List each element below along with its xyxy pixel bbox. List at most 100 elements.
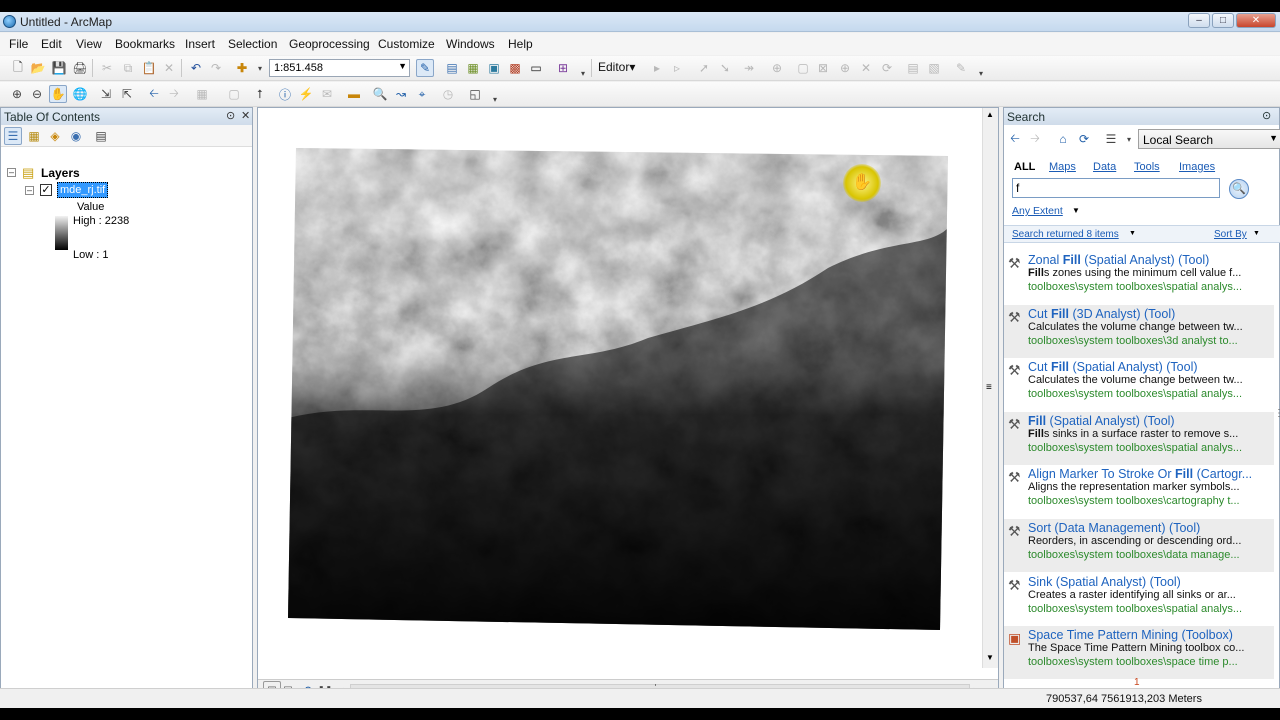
- fixed-zoom-out-icon[interactable]: ⇱: [118, 85, 136, 103]
- full-extent-icon[interactable]: 🌐: [71, 85, 89, 103]
- menu-edit[interactable]: Edit: [41, 37, 62, 51]
- rotate-icon[interactable]: ⟳: [878, 59, 896, 77]
- endpoint-arc-icon[interactable]: ➘: [716, 59, 734, 77]
- menu-selection[interactable]: Selection: [228, 37, 277, 51]
- print-icon[interactable]: 🖨: [71, 59, 89, 77]
- cut-icon[interactable]: ✂: [98, 59, 116, 77]
- editor-toolbar-icon[interactable]: ✎: [416, 59, 434, 77]
- go-to-xy-icon[interactable]: ⌖: [413, 85, 431, 103]
- create-features-icon[interactable]: ✎: [952, 59, 970, 77]
- elevation-raster[interactable]: [288, 148, 948, 633]
- layer-visibility-checkbox[interactable]: ✓: [40, 184, 52, 196]
- cut-polygons-icon[interactable]: ⊕: [836, 59, 854, 77]
- menu-windows[interactable]: Windows: [446, 37, 495, 51]
- search-scope-dropdown[interactable]: Local Search ▼: [1138, 129, 1280, 149]
- map-view[interactable]: ✋ ▲ ≡ ▼ ▣ ▤ ⟳ ❚❚ ◀ ⋮ ▶: [257, 107, 999, 700]
- collapse-layer-icon[interactable]: –: [25, 186, 34, 195]
- open-icon[interactable]: 📂: [29, 59, 47, 77]
- pin-icon[interactable]: ⊙: [1262, 109, 1271, 122]
- search-result[interactable]: ⚒ Zonal Fill (Spatial Analyst) (Tool) Fill…: [1004, 251, 1274, 304]
- minimize-button[interactable]: –: [1188, 13, 1210, 28]
- result-title[interactable]: Fill (Spatial Analyst) (Tool): [1028, 414, 1274, 428]
- scroll-up-icon[interactable]: ▲: [986, 110, 994, 119]
- editor-menu-button[interactable]: Editor▾: [598, 60, 635, 74]
- menu-help[interactable]: Help: [508, 37, 533, 51]
- result-title[interactable]: Zonal Fill (Spatial Analyst) (Tool): [1028, 253, 1274, 267]
- time-slider-icon[interactable]: ◷: [439, 85, 457, 103]
- toc-close-icon[interactable]: ✕: [241, 109, 250, 122]
- add-data-icon[interactable]: ✚: [233, 59, 251, 77]
- search-result[interactable]: ⚒ Fill (Spatial Analyst) (Tool) Fills sink…: [1004, 411, 1274, 465]
- sketch-properties-icon[interactable]: ▧: [925, 59, 943, 77]
- reshape-icon[interactable]: ⊠: [814, 59, 832, 77]
- arctoolbox-icon[interactable]: ▩: [506, 59, 524, 77]
- search-result[interactable]: ⚒ Sink (Spatial Analyst) (Tool) Creates a …: [1004, 573, 1274, 626]
- back-icon[interactable]: 🡠: [1006, 130, 1024, 148]
- search-input[interactable]: f: [1012, 178, 1220, 198]
- menu-customize[interactable]: Customize: [378, 37, 435, 51]
- list-by-visibility-icon[interactable]: ◈: [46, 127, 64, 145]
- search-go-icon[interactable]: 🔍: [1229, 179, 1249, 199]
- copy-icon[interactable]: ⧉: [119, 59, 137, 77]
- paste-icon[interactable]: 📋: [140, 59, 158, 77]
- edit-vertices-icon[interactable]: ▢: [794, 59, 812, 77]
- filter-data[interactable]: Data: [1093, 161, 1116, 173]
- attributes-icon[interactable]: ▤: [904, 59, 922, 77]
- search-result[interactable]: ⚒ Sort (Data Management) (Tool) Reorders, …: [1004, 519, 1274, 572]
- menu-insert[interactable]: Insert: [185, 37, 215, 51]
- scroll-grip-icon[interactable]: ≡: [986, 382, 992, 393]
- refresh-icon[interactable]: ⟳: [1075, 130, 1093, 148]
- back-extent-icon[interactable]: 🡠: [145, 85, 163, 103]
- delete-icon[interactable]: ✕: [160, 59, 178, 77]
- result-title[interactable]: Sink (Spatial Analyst) (Tool): [1028, 575, 1274, 589]
- select-features-icon[interactable]: ▦: [193, 85, 211, 103]
- list-by-selection-icon[interactable]: ◉: [67, 127, 85, 145]
- layer-name-selected[interactable]: mde_rj.tif: [57, 182, 109, 198]
- tools-options-icon[interactable]: ▾: [486, 90, 504, 108]
- select-elements-icon[interactable]: ⭡: [251, 85, 269, 103]
- straight-segment-icon[interactable]: ➚: [695, 59, 713, 77]
- home-icon[interactable]: ⌂: [1054, 130, 1072, 148]
- search-result[interactable]: ⚒ Cut Fill (Spatial Analyst) (Tool) Calcul…: [1004, 358, 1274, 411]
- search-result[interactable]: ⚒ Cut Fill (3D Analyst) (Tool) Calculates …: [1004, 304, 1274, 358]
- view-options-icon[interactable]: ☰: [1102, 130, 1120, 148]
- zoom-out-icon[interactable]: ⊖: [28, 85, 46, 103]
- trace-icon[interactable]: ↠: [740, 59, 758, 77]
- filter-tools[interactable]: Tools: [1134, 161, 1160, 173]
- results-scroll-grip-icon[interactable]: ⋮: [1274, 408, 1280, 419]
- editor-options-icon[interactable]: ▾: [972, 64, 990, 82]
- point-icon[interactable]: ⊕: [768, 59, 786, 77]
- forward-icon[interactable]: 🡢: [1026, 130, 1044, 148]
- result-title[interactable]: Cut Fill (Spatial Analyst) (Tool): [1028, 360, 1274, 374]
- model-builder-icon[interactable]: ⊞: [554, 59, 572, 77]
- filter-all[interactable]: ALL: [1014, 161, 1035, 173]
- list-by-drawing-order-icon[interactable]: ☰: [4, 127, 22, 145]
- filter-maps[interactable]: Maps: [1049, 161, 1076, 173]
- split-icon[interactable]: ✕: [857, 59, 875, 77]
- new-document-icon[interactable]: 🗋: [9, 59, 27, 77]
- catalog-window-icon[interactable]: ▦: [464, 59, 482, 77]
- map-scale-combo[interactable]: 1:851.458 ▼: [269, 59, 410, 77]
- filter-images[interactable]: Images: [1179, 161, 1215, 173]
- view-options-dropdown-icon[interactable]: ▾: [1120, 130, 1138, 148]
- toc-options-icon[interactable]: ▤: [92, 127, 110, 145]
- table-of-contents-window-icon[interactable]: ▤: [443, 59, 461, 77]
- measure-icon[interactable]: ▬: [345, 85, 363, 103]
- menu-geoprocessing[interactable]: Geoprocessing: [289, 37, 370, 51]
- menu-view[interactable]: View: [76, 37, 102, 51]
- sort-by-link[interactable]: Sort By: [1214, 229, 1247, 240]
- search-window-icon[interactable]: ▣: [485, 59, 503, 77]
- identify-icon[interactable]: ⓘ: [276, 85, 294, 103]
- toolbar-options-icon[interactable]: ▾: [574, 64, 592, 82]
- any-extent-link[interactable]: Any Extent: [1012, 205, 1063, 217]
- zoom-in-icon[interactable]: ⊕: [8, 85, 26, 103]
- redo-icon[interactable]: ↷: [207, 59, 225, 77]
- pin-icon[interactable]: ⊙: [226, 109, 235, 122]
- collapse-layers-icon[interactable]: –: [7, 168, 16, 177]
- create-viewer-window-icon[interactable]: ◱: [466, 85, 484, 103]
- scroll-down-icon[interactable]: ▼: [986, 653, 994, 662]
- map-vertical-scrollbar[interactable]: ▲ ≡ ▼: [982, 108, 998, 668]
- menu-bookmarks[interactable]: Bookmarks: [115, 37, 175, 51]
- layers-root-label[interactable]: Layers: [41, 166, 80, 180]
- edit-annotation-icon[interactable]: ▹: [668, 59, 686, 77]
